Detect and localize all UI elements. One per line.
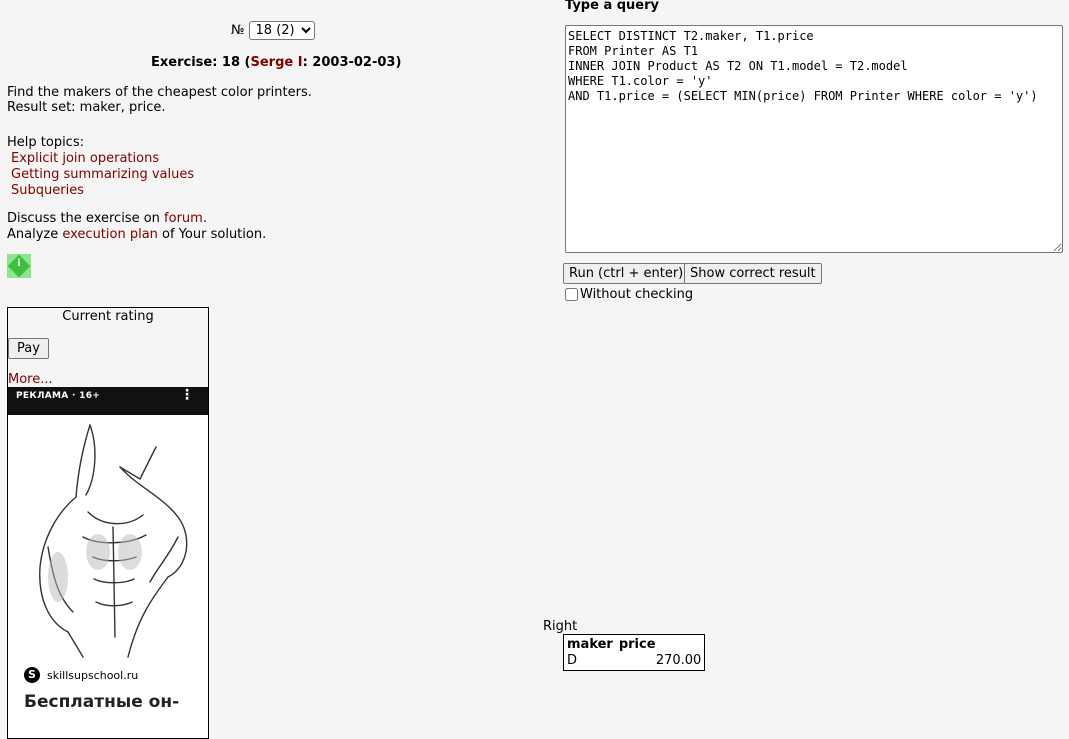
- exercise-select[interactable]: 18 (2): [248, 21, 315, 40]
- exercise-selector: № 18 (2): [231, 21, 315, 40]
- help-topics: Help topics: Explicit join operations Ge…: [7, 135, 194, 199]
- result-header-row: maker price: [564, 635, 705, 654]
- discussion-links: Discuss the exercise on forum. Analyze e…: [7, 211, 266, 243]
- forum-link[interactable]: forum: [164, 211, 203, 226]
- ad-site-logo-icon: S: [24, 667, 40, 683]
- help-topic-link[interactable]: Subqueries: [7, 183, 194, 199]
- result-status: Right: [543, 619, 578, 634]
- cell-maker: D: [567, 653, 578, 668]
- pay-button[interactable]: Pay: [8, 338, 49, 359]
- discuss-line: Discuss the exercise on forum.: [7, 211, 266, 227]
- help-topic-link[interactable]: Explicit join operations: [7, 151, 194, 167]
- exercise-date: : 2003-02-03): [302, 55, 402, 70]
- task-description: Find the makers of the cheapest color pr…: [7, 85, 312, 115]
- ad-menu-icon[interactable]: ⋮: [180, 388, 194, 402]
- query-editor[interactable]: SELECT DISTINCT T2.maker, T1.price FROM …: [565, 25, 1063, 253]
- rating-box: Current rating Pay More... РЕКЛАМА · 16+…: [7, 307, 209, 739]
- number-sign: №: [231, 23, 245, 38]
- without-checking-checkbox[interactable]: [565, 288, 578, 301]
- exercise-title: Exercise: 18 (Serge I: 2003-02-03): [151, 55, 401, 70]
- ad-anatomy-sketch-image: [39, 424, 188, 658]
- analyze-line: Analyze execution plan of Your solution.: [7, 227, 266, 243]
- task-line: Find the makers of the cheapest color pr…: [7, 85, 312, 100]
- analyze-suffix: of Your solution.: [157, 227, 267, 242]
- execution-plan-link[interactable]: execution plan: [62, 227, 158, 242]
- help-topic-link[interactable]: Getting summarizing values: [7, 167, 194, 183]
- query-label: Type a query: [565, 0, 660, 13]
- ad-site-url: skillsupschool.ru: [47, 668, 139, 682]
- rating-caption: Current rating: [62, 309, 154, 324]
- cell-price: 270.00: [655, 653, 702, 668]
- help-heading: Help topics:: [7, 135, 84, 150]
- ad-header: РЕКЛАМА · 16+ ⋮: [8, 387, 208, 415]
- info-icon[interactable]: i: [7, 254, 31, 278]
- column-header: maker: [567, 637, 613, 652]
- exercise-author: Serge I: [250, 55, 303, 70]
- exercise-label: Exercise: 18: [151, 55, 241, 70]
- without-checking-label: Without checking: [580, 287, 694, 302]
- result-table: maker price D 270.00: [563, 634, 706, 671]
- more-link[interactable]: More...: [8, 372, 53, 387]
- result-set-line: Result set: maker, price.: [7, 100, 166, 115]
- ad-headline: Бесплатные он-: [24, 692, 180, 712]
- ad-badge: РЕКЛАМА · 16+: [16, 391, 101, 401]
- info-icon-glyph: i: [17, 258, 21, 269]
- discuss-text: Discuss the exercise on: [7, 211, 165, 226]
- without-checking-option[interactable]: Without checking: [565, 287, 693, 302]
- advertisement[interactable]: РЕКЛАМА · 16+ ⋮ S skillsupschool.ru Бесп…: [8, 387, 208, 738]
- exercise-open-paren: (: [240, 55, 251, 70]
- discuss-period: .: [202, 211, 207, 226]
- run-button[interactable]: Run (ctrl + enter): [563, 263, 690, 284]
- analyze-text: Analyze: [7, 227, 63, 242]
- column-header: price: [618, 637, 656, 652]
- show-correct-result-button[interactable]: Show correct result: [684, 263, 822, 284]
- ad-site: S skillsupschool.ru: [24, 667, 138, 683]
- table-row: D 270.00: [564, 653, 705, 671]
